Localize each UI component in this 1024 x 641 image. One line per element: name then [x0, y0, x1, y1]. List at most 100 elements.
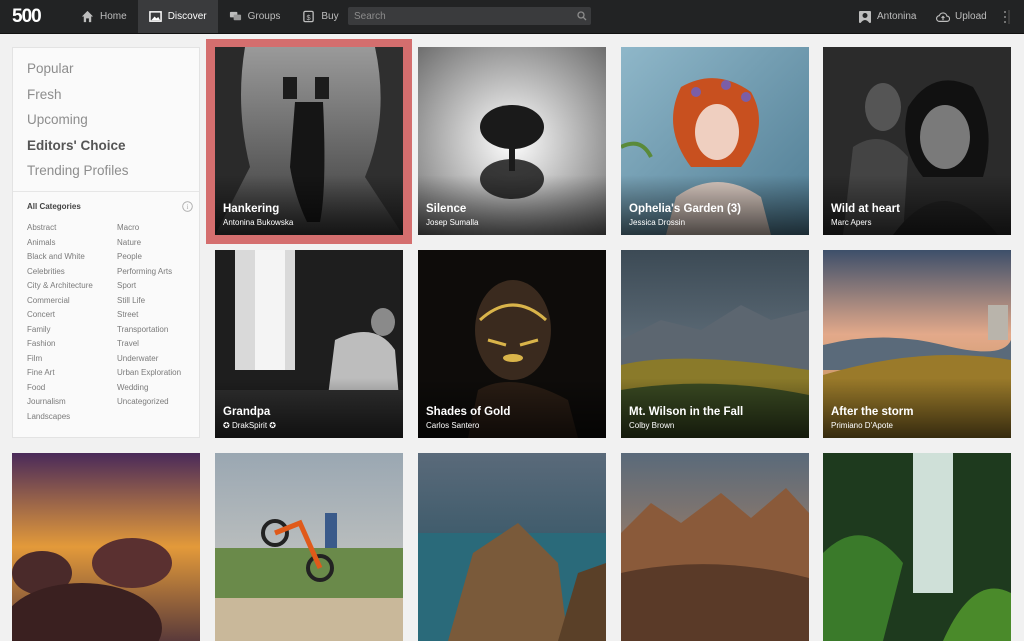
user-menu[interactable]: Antonina: [858, 0, 916, 33]
photo-card-after-the-storm[interactable]: After the storm Primiano D'Apote: [823, 250, 1011, 438]
category-underwater[interactable]: Underwater: [117, 354, 181, 369]
categories-column-1: Abstract Animals Black and White Celebri…: [27, 223, 93, 426]
upload-label: Upload: [955, 11, 987, 22]
category-film[interactable]: Film: [27, 354, 93, 369]
photo-image: [418, 453, 606, 641]
photo-author[interactable]: Colby Brown: [629, 421, 674, 430]
nav-buy-label: Buy: [321, 11, 339, 22]
photo-author[interactable]: ✪ DrakSpirit ✪: [223, 421, 276, 430]
badge-icon: ✪: [267, 421, 276, 430]
photo-image: [621, 453, 809, 641]
photo-title[interactable]: Silence: [426, 203, 466, 215]
photo-author[interactable]: Primiano D'Apote: [831, 421, 893, 430]
svg-text:i: i: [187, 203, 189, 211]
photo-title[interactable]: Wild at heart: [831, 203, 900, 215]
photo-author[interactable]: Jessica Drossin: [629, 218, 685, 227]
categories-column-2: Macro Nature People Performing Arts Spor…: [117, 223, 181, 412]
photo-card-grandpa[interactable]: Grandpa ✪ DrakSpirit ✪: [215, 250, 403, 438]
category-journalism[interactable]: Journalism: [27, 397, 93, 412]
category-commercial[interactable]: Commercial: [27, 296, 93, 311]
photo-author[interactable]: Josep Sumalla: [426, 218, 478, 227]
photo-card-motorbike[interactable]: [215, 453, 403, 641]
home-icon: [81, 10, 94, 23]
category-fashion[interactable]: Fashion: [27, 339, 93, 354]
filter-fresh[interactable]: Fresh: [27, 86, 199, 112]
divider: [13, 191, 199, 192]
photo-title[interactable]: Mt. Wilson in the Fall: [629, 406, 743, 418]
nav-home-label: Home: [100, 11, 127, 22]
category-travel[interactable]: Travel: [117, 339, 181, 354]
filter-trending-profiles[interactable]: Trending Profiles: [27, 162, 199, 188]
category-fine-art[interactable]: Fine Art: [27, 368, 93, 383]
photo-card-boulders-sunset[interactable]: [12, 453, 200, 641]
photo-title[interactable]: Ophelia's Garden (3): [629, 203, 741, 215]
category-landscapes[interactable]: Landscapes: [27, 412, 93, 427]
user-name: Antonina: [877, 11, 917, 22]
user-icon: [859, 10, 871, 23]
chat-icon: [229, 11, 241, 21]
photo-card-silence[interactable]: Silence Josep Sumalla: [418, 47, 606, 235]
category-black-and-white[interactable]: Black and White: [27, 252, 93, 267]
photo-author[interactable]: Carlos Santero: [426, 421, 479, 430]
photo-author-name: DrakSpirit: [231, 421, 268, 430]
badge-icon: ✪: [223, 421, 232, 430]
photo-card-hankering[interactable]: Hankering Antonina Bukowska: [215, 47, 403, 235]
category-macro[interactable]: Macro: [117, 223, 181, 238]
info-icon[interactable]: i: [182, 201, 193, 212]
feature-filters: Popular Fresh Upcoming Editors' Choice T…: [13, 48, 199, 188]
picture-icon: [148, 11, 162, 22]
photo-title[interactable]: After the storm: [831, 406, 913, 418]
search-icon[interactable]: [577, 11, 587, 21]
filter-editors-choice[interactable]: Editors' Choice: [27, 137, 199, 163]
category-food[interactable]: Food: [27, 383, 93, 398]
category-concert[interactable]: Concert: [27, 310, 93, 325]
category-celebrities[interactable]: Celebrities: [27, 267, 93, 282]
photo-title[interactable]: Grandpa: [223, 406, 270, 418]
site-logo[interactable]: 500: [12, 6, 42, 28]
photo-image: [823, 453, 1011, 641]
nav-discover-label: Discover: [167, 11, 207, 22]
category-family[interactable]: Family: [27, 325, 93, 340]
photo-card-shades-of-gold[interactable]: Shades of Gold Carlos Santero: [418, 250, 606, 438]
category-still-life[interactable]: Still Life: [117, 296, 181, 311]
photo-card-mt-wilson[interactable]: Mt. Wilson in the Fall Colby Brown: [621, 250, 809, 438]
category-uncategorized[interactable]: Uncategorized: [117, 397, 181, 412]
categories-title: All Categories: [27, 202, 81, 211]
cloud-upload-icon: [936, 11, 950, 22]
category-performing-arts[interactable]: Performing Arts: [117, 267, 181, 282]
nav-discover[interactable]: Discover: [137, 0, 218, 33]
category-transportation[interactable]: Transportation: [117, 325, 181, 340]
nav-buy[interactable]: $ Buy: [291, 0, 349, 33]
photo-card-sea-rocks[interactable]: [418, 453, 606, 641]
photo-author[interactable]: Marc Apers: [831, 218, 871, 227]
photo-card-wild-at-heart[interactable]: Wild at heart Marc Apers: [823, 47, 1011, 235]
filter-upcoming[interactable]: Upcoming: [27, 111, 199, 137]
category-street[interactable]: Street: [117, 310, 181, 325]
filter-popular[interactable]: Popular: [27, 60, 199, 86]
category-abstract[interactable]: Abstract: [27, 223, 93, 238]
category-city-architecture[interactable]: City & Architecture: [27, 281, 93, 296]
category-people[interactable]: People: [117, 252, 181, 267]
category-urban-exploration[interactable]: Urban Exploration: [117, 368, 181, 383]
dollar-tag-icon: $: [303, 10, 315, 23]
upload-button[interactable]: Upload: [936, 0, 987, 33]
photo-title[interactable]: Shades of Gold: [426, 406, 510, 418]
nav-home[interactable]: Home: [70, 0, 138, 33]
category-animals[interactable]: Animals: [27, 238, 93, 253]
search-input[interactable]: [348, 7, 591, 25]
top-navigation-bar: 500 Home Discover Groups $ Buy Antonina …: [0, 0, 1024, 34]
main-nav: Home Discover Groups $ Buy: [70, 0, 350, 33]
more-menu-icon[interactable]: [1003, 9, 1011, 25]
photo-image: [215, 453, 403, 641]
photo-card-ophelias-garden[interactable]: Ophelia's Garden (3) Jessica Drossin: [621, 47, 809, 235]
category-sport[interactable]: Sport: [117, 281, 181, 296]
nav-groups[interactable]: Groups: [218, 0, 292, 33]
category-nature[interactable]: Nature: [117, 238, 181, 253]
photo-card-waterfall-ferns[interactable]: [823, 453, 1011, 641]
photo-author[interactable]: Antonina Bukowska: [223, 218, 293, 227]
category-wedding[interactable]: Wedding: [117, 383, 181, 398]
svg-text:$: $: [307, 13, 311, 22]
photo-card-rock-formations[interactable]: [621, 453, 809, 641]
photo-title[interactable]: Hankering: [223, 203, 279, 215]
photo-image: [12, 453, 200, 641]
